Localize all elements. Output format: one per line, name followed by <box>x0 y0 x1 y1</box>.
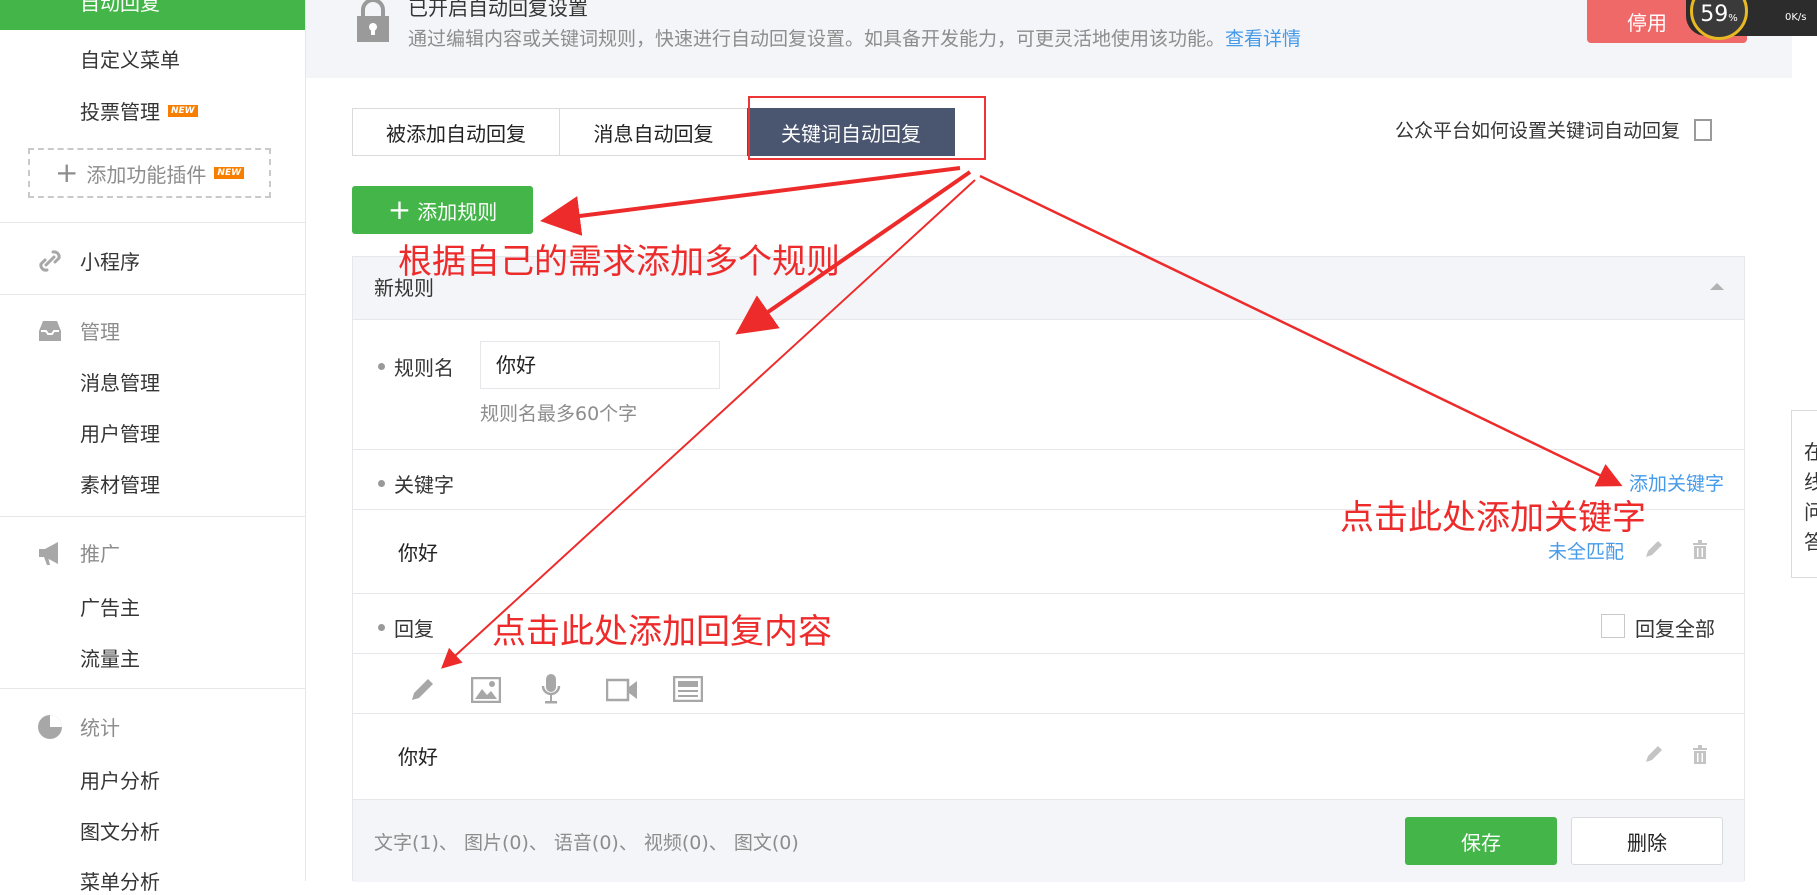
divider <box>0 516 305 517</box>
add-rule-button[interactable]: + 添加规则 <box>352 186 533 234</box>
divider <box>353 593 1744 594</box>
sidebar-item-label: 小程序 <box>80 250 140 274</box>
collapse-icon[interactable] <box>1710 283 1724 290</box>
delete-button[interactable]: 删除 <box>1571 817 1723 865</box>
sidebar-group-promote: 推广 <box>36 538 120 567</box>
plus-icon: + <box>387 193 412 226</box>
divider <box>0 294 305 295</box>
banner-description-text: 通过编辑内容或关键词规则，快速进行自动回复设置。如具备开发能力，可更灵活地使用该… <box>408 28 1226 50</box>
rule-name-label-text: 规则名 <box>394 356 454 380</box>
image-icon[interactable] <box>471 677 501 703</box>
reply-all-label: 回复全部 <box>1635 617 1715 641</box>
rule-name-label: 规则名 <box>378 352 454 381</box>
sidebar-group-manage: 管理 <box>36 316 120 345</box>
divider <box>0 222 305 223</box>
divider <box>353 653 1744 654</box>
sidebar-item-vote[interactable]: 投票管理 NEW <box>80 96 198 125</box>
document-icon <box>1694 118 1713 141</box>
keyword-label: 关键字 <box>378 469 454 498</box>
reply-counts: 文字(1)、 图片(0)、 语音(0)、 视频(0)、 图文(0) <box>374 832 799 854</box>
sidebar-item-custom-menu[interactable]: 自定义菜单 <box>80 44 180 73</box>
pencil-icon[interactable] <box>409 675 437 703</box>
divider <box>0 688 305 689</box>
rule-name-hint: 规则名最多60个字 <box>480 403 638 425</box>
highlight-box <box>748 96 986 160</box>
divider <box>353 713 1744 714</box>
reply-label-text: 回复 <box>394 617 434 641</box>
megaphone-icon <box>39 541 58 565</box>
plus-icon: + <box>54 156 79 189</box>
sidebar-item-mini-program[interactable]: 小程序 <box>36 246 140 275</box>
microphone-icon[interactable] <box>541 673 561 705</box>
sidebar-item-materials[interactable]: 素材管理 <box>80 469 160 498</box>
keyword-value: 你好 <box>398 541 438 565</box>
speed-percent-sign: % <box>1728 13 1738 24</box>
add-rule-label: 添加规则 <box>417 199 498 224</box>
sidebar-item-label: 投票管理 <box>80 100 160 124</box>
rule-name-input[interactable]: 你好 <box>480 341 720 389</box>
trash-icon[interactable] <box>1689 538 1711 560</box>
sidebar-item-user-analysis[interactable]: 用户分析 <box>80 765 160 794</box>
match-mode-link[interactable]: 未全匹配 <box>1548 537 1624 564</box>
sidebar-group-title: 管理 <box>80 320 120 344</box>
online-qa-tab[interactable]: 在线问答 <box>1791 410 1817 578</box>
sidebar-item-article-analysis[interactable]: 图文分析 <box>80 816 160 845</box>
reply-value: 你好 <box>398 745 438 769</box>
annotation-add-rules: 根据自己的需求添加多个规则 <box>398 242 840 282</box>
inbox-icon <box>39 320 61 341</box>
rule-panel: 新规则 规则名 你好 规则名最多60个字 关键字 添加关键字 你好 未全匹配 回… <box>352 256 1745 882</box>
sidebar-item-users[interactable]: 用户管理 <box>80 418 160 447</box>
banner-description: 通过编辑内容或关键词规则，快速进行自动回复设置。如具备开发能力，可更灵活地使用该… <box>408 24 1301 51</box>
sidebar-item-publisher[interactable]: 流量主 <box>80 643 140 672</box>
add-plugin-label: 添加功能插件 <box>86 162 207 187</box>
arrow-to-add-rule <box>540 166 961 236</box>
banner-title: 已开启自动回复设置 <box>408 0 588 20</box>
help-link-label: 公众平台如何设置关键词自动回复 <box>1395 120 1681 142</box>
divider <box>353 449 1744 450</box>
rule-footer: 文字(1)、 图片(0)、 语音(0)、 视频(0)、 图文(0) 保存 删除 <box>353 799 1744 882</box>
sidebar-group-title: 推广 <box>80 542 120 566</box>
annotation-add-reply: 点击此处添加回复内容 <box>492 612 832 652</box>
save-button[interactable]: 保存 <box>1405 817 1557 865</box>
status-banner: 已开启自动回复设置 通过编辑内容或关键词规则，快速进行自动回复设置。如具备开发能… <box>306 0 1792 78</box>
speed-rate: 0K/s <box>1785 12 1807 23</box>
edit-icon[interactable] <box>1643 743 1665 765</box>
view-details-link[interactable]: 查看详情 <box>1225 28 1301 50</box>
new-badge: NEW <box>214 167 245 179</box>
tab-follow-reply[interactable]: 被添加自动回复 <box>352 108 560 156</box>
reply-all-checkbox[interactable] <box>1601 614 1625 638</box>
lock-icon <box>357 0 389 42</box>
tab-message-reply[interactable]: 消息自动回复 <box>559 108 748 156</box>
sidebar-group-title: 统计 <box>80 716 120 740</box>
new-badge: NEW <box>168 105 198 117</box>
article-icon[interactable] <box>673 676 703 702</box>
speed-percent: 59 <box>1700 2 1729 27</box>
add-plugin-button[interactable]: + 添加功能插件 NEW <box>28 148 271 198</box>
reply-label: 回复 <box>378 613 434 642</box>
trash-icon[interactable] <box>1689 743 1711 765</box>
annotation-add-keyword: 点击此处添加关键字 <box>1340 498 1646 538</box>
sidebar-item-messages[interactable]: 消息管理 <box>80 367 160 396</box>
keyword-label-text: 关键字 <box>394 473 454 497</box>
video-icon[interactable] <box>606 678 638 702</box>
sidebar-item-auto-reply[interactable]: 自动回复 <box>0 0 305 30</box>
link-icon <box>39 249 61 272</box>
pie-chart-icon <box>38 714 62 739</box>
sidebar-item-advertiser[interactable]: 广告主 <box>80 592 140 621</box>
sidebar: 自动回复 自定义菜单 投票管理 NEW + 添加功能插件 NEW 小程序 管理 消… <box>0 0 306 894</box>
sidebar-group-stats: 统计 <box>36 712 120 741</box>
help-link[interactable]: 公众平台如何设置关键词自动回复 <box>1395 116 1713 143</box>
edit-icon[interactable] <box>1643 538 1665 560</box>
